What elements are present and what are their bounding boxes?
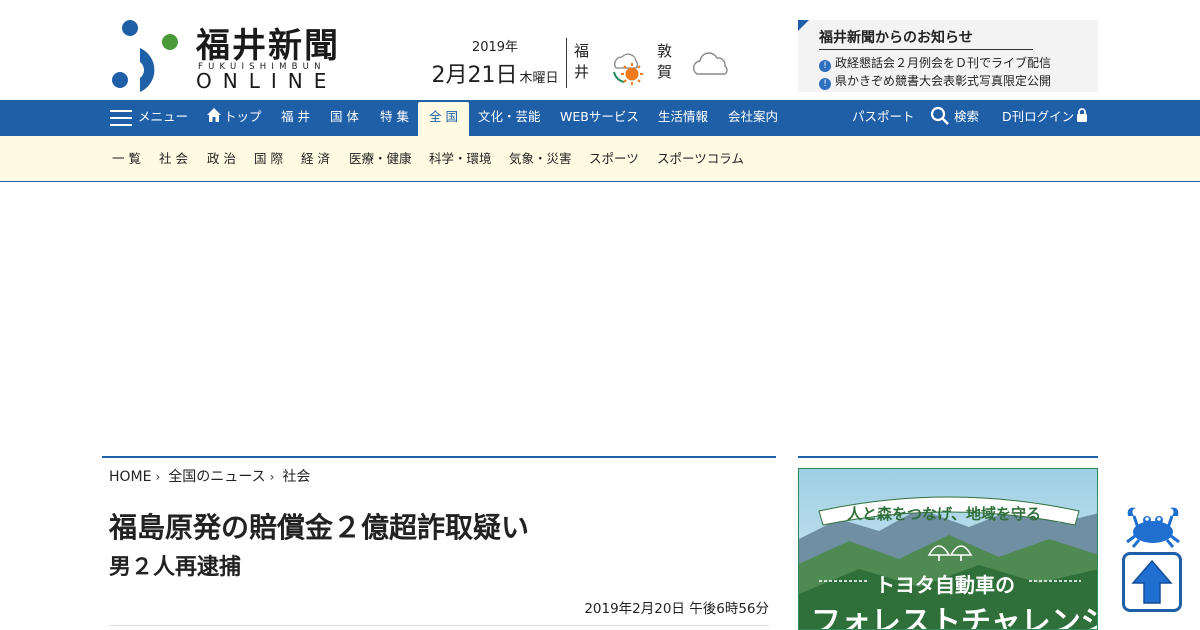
chevron-right-icon: › [269, 470, 275, 484]
nav-item-tokushu[interactable]: 特 集 [380, 100, 409, 136]
subnav-item-politics[interactable]: 政 治 [207, 136, 236, 182]
dkan-login-button[interactable]: D刊ログイン [1002, 100, 1088, 136]
notice-box: 福井新聞からのお知らせ ! 政経懇話会２月例会をＤ刊でライブ配信 ! 県かきぞめ競書… [798, 20, 1098, 92]
side-top-rule [798, 456, 1098, 458]
passport-link[interactable]: パスポート [852, 100, 915, 136]
cloud-icon [692, 52, 728, 75]
notice-item[interactable]: ! 政経懇話会２月例会をＤ刊でライブ配信 [819, 54, 1051, 72]
subnav-item-health[interactable]: 医療・健康 [349, 136, 412, 182]
main-nav: メニュー トップ 福 井 国 体 特 集 全 国 文化・芸能 WEBサービス 生… [0, 100, 1200, 136]
hamburger-icon [110, 109, 132, 126]
nav-item-kokutai[interactable]: 国 体 [330, 100, 359, 136]
search-button[interactable]: 検索 [930, 100, 979, 136]
subnav-item-weather[interactable]: 気象・災害 [509, 136, 572, 182]
date-weekday: 木曜日 [519, 71, 559, 86]
site-logo[interactable]: 福井新聞 FUKUISHIMBUN ONLINE [110, 18, 360, 94]
nav-item-bunka[interactable]: 文化・芸能 [478, 100, 541, 136]
nav-item-label: トップ [224, 109, 262, 124]
logo-name-online: ONLINE [196, 69, 338, 93]
cloud-then-sun-icon [613, 53, 643, 85]
notice-item[interactable]: ! 県かきぞめ競書大会表彰式写真限定公開 [819, 72, 1051, 90]
sub-nav: 一 覧 社 会 政 治 国 際 経 済 医療・健康 科学・環境 気象・災害 スポ… [0, 136, 1200, 182]
menu-label: メニュー [138, 109, 189, 124]
sidebar-ad-banner[interactable]: 人と森をつなげ、地域を守る トヨタ自動車の フォレストチャレンジ [798, 468, 1098, 630]
nav-item-fukui[interactable]: 福 井 [281, 100, 310, 136]
date-divider [566, 38, 567, 88]
breadcrumb: HOME › 全国のニュース › 社会 [109, 466, 310, 486]
date-day: 2月21日 木曜日 [428, 57, 562, 89]
weather-city: 福井 [574, 42, 590, 81]
subnav-item-science[interactable]: 科学・環境 [429, 136, 492, 182]
breadcrumb-national[interactable]: 全国のニュース [168, 469, 265, 485]
subnav-item-economy[interactable]: 経 済 [301, 136, 330, 182]
site-header: 福井新聞 FUKUISHIMBUN ONLINE 2019年 2月21日 木曜日 … [0, 0, 1200, 100]
menu-button[interactable]: メニュー [110, 100, 188, 136]
notice-item-text: 県かきぞめ競書大会表彰式写真限定公開 [835, 74, 1052, 88]
back-to-top-button[interactable] [1122, 552, 1182, 612]
arrow-up-icon [1131, 559, 1173, 604]
subnav-item-international[interactable]: 国 際 [254, 136, 283, 182]
notice-item-text: 政経懇話会２月例会をＤ刊でライブ配信 [835, 56, 1052, 70]
login-label: D刊ログイン [1002, 109, 1075, 124]
main-top-rule [102, 456, 776, 458]
ad-banner-text: 人と森をつなげ、地域を守る [847, 505, 1041, 523]
ad-title-text: フォレストチャレンジ [811, 605, 1098, 630]
logo-mark-icon [112, 20, 178, 92]
nav-item-company[interactable]: 会社案内 [728, 100, 778, 136]
article-subheadline: 男２人再逮捕 [109, 555, 242, 580]
chevron-right-icon: › [155, 470, 161, 484]
nav-item-zenkoku[interactable]: 全 国 [418, 102, 469, 136]
subnav-item-all[interactable]: 一 覧 [112, 136, 141, 182]
nav-item-seikatsu[interactable]: 生活情報 [658, 100, 708, 136]
notice-corner [798, 20, 809, 31]
article-headline: 福島原発の賠償金２億超詐取疑い [109, 511, 530, 544]
search-icon [930, 106, 949, 125]
breadcrumb-home[interactable]: HOME [109, 469, 151, 485]
notice-title: 福井新聞からのお知らせ [819, 27, 1033, 50]
lock-icon [1077, 108, 1088, 122]
subnav-item-society[interactable]: 社 会 [159, 136, 188, 182]
subnav-item-sports[interactable]: スポーツ [589, 136, 639, 182]
search-label: 検索 [954, 109, 980, 124]
date-year: 2019年 [471, 40, 519, 55]
home-icon [207, 108, 221, 122]
date-day-text: 2月21日 [431, 63, 518, 88]
article-divider [109, 625, 769, 626]
article-timestamp: 2019年2月20日 午後6時56分 [584, 601, 769, 617]
ad-sponsor-text: トヨタ自動車の [875, 573, 1015, 597]
logo-name-jp: 福井新聞 [196, 26, 340, 66]
breadcrumb-society[interactable]: 社会 [282, 469, 310, 485]
crab-mascot-icon[interactable] [1124, 504, 1182, 548]
weather-city: 敦賀 [657, 42, 673, 81]
info-icon: ! [819, 60, 831, 72]
info-icon: ! [819, 78, 831, 90]
nav-item-web-service[interactable]: WEBサービス [560, 100, 639, 136]
today-date: 2019年 2月21日 木曜日 [428, 36, 562, 89]
nav-item-top[interactable]: トップ [206, 100, 262, 136]
subnav-item-sports-column[interactable]: スポーツコラム [657, 136, 744, 182]
